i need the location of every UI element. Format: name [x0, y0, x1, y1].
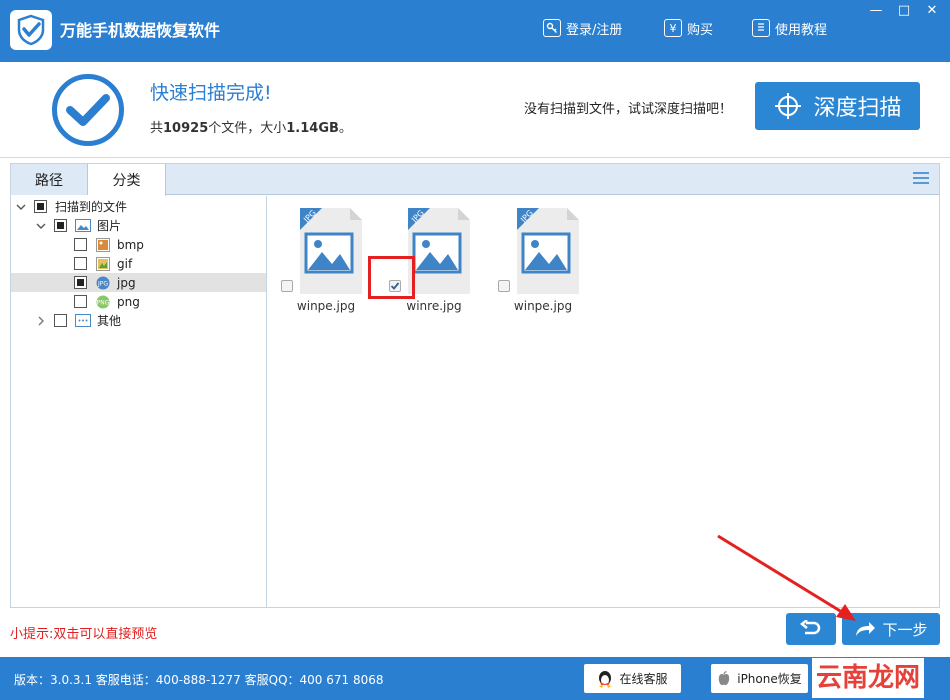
checkbox[interactable] — [74, 295, 87, 308]
back-button[interactable] — [786, 613, 836, 645]
tutorial-label: 使用教程 — [775, 22, 828, 38]
tree-item-label: bmp — [117, 237, 144, 252]
tree-item-label: 其他 — [97, 314, 122, 328]
next-step-button[interactable]: 下一步 — [842, 613, 940, 645]
tree-item-label: gif — [117, 256, 133, 271]
checkbox[interactable] — [74, 276, 87, 289]
key-icon — [543, 19, 561, 37]
online-service-label: 在线客服 — [619, 672, 668, 686]
scan-result-header: 快速扫描完成! 共10925个文件，大小1.14GB。 没有扫描到文件，试试深度… — [0, 62, 950, 158]
scan-status-title: 快速扫描完成! — [150, 82, 272, 104]
file-checkbox[interactable] — [498, 280, 510, 292]
next-step-label: 下一步 — [882, 620, 928, 639]
minimize-button[interactable]: — — [863, 0, 889, 20]
shield-check-icon — [17, 14, 45, 46]
scan-summary: 共10925个文件，大小1.14GB。 — [150, 121, 352, 136]
buy-label: 购买 — [687, 22, 714, 38]
file-name: winre.jpg — [406, 299, 462, 313]
tree-item-gif[interactable]: gif — [11, 254, 266, 273]
deep-scan-button[interactable]: 深度扫描 — [755, 82, 920, 130]
book-icon — [752, 19, 770, 37]
picture-icon — [75, 219, 91, 233]
login-register-link[interactable]: 登录/注册 — [543, 17, 622, 39]
total-size: 1.14GB — [286, 121, 339, 136]
tree-item-label: 扫描到的文件 — [55, 200, 128, 214]
crosshair-icon — [775, 93, 802, 119]
file-name: winpe.jpg — [513, 299, 573, 313]
tree-item-label: png — [117, 294, 140, 309]
watermark-logo: 云南龙网 — [812, 658, 925, 698]
checkbox[interactable] — [54, 314, 67, 327]
tree-item-png[interactable]: PNG png — [11, 292, 266, 311]
annotation-highlight-box — [368, 256, 415, 299]
tab-bar: 路径 分类 — [11, 164, 939, 196]
login-register-label: 登录/注册 — [566, 22, 623, 38]
qq-penguin-icon — [599, 670, 612, 688]
file-browser-panel: 路径 分类 扫描到的文件 图片 bmp gif JPG jpg PNG png … — [10, 163, 940, 608]
undo-arrow-icon — [800, 620, 821, 635]
footer-bar: 版本：3.0.3.1 客服电话：400-888-1277 客服QQ：400 67… — [0, 657, 950, 700]
file-name: winpe.jpg — [296, 299, 356, 313]
tree-item-images[interactable]: 图片 — [11, 216, 266, 235]
tree-item-scanned-files[interactable]: 扫描到的文件 — [11, 197, 266, 216]
forward-arrow-icon — [856, 622, 876, 636]
app-logo — [10, 10, 52, 50]
tab-path[interactable]: 路径 — [11, 164, 88, 195]
more-files-icon — [75, 314, 91, 328]
tree-item-other[interactable]: 其他 — [11, 311, 266, 330]
file-item[interactable]: JPG winpe.jpg — [493, 206, 593, 316]
file-count: 10925 — [163, 121, 209, 136]
iphone-recovery-label: iPhone恢复 — [737, 672, 802, 686]
version-contact-info: 版本：3.0.3.1 客服电话：400-888-1277 客服QQ：400 67… — [14, 673, 384, 687]
checkbox[interactable] — [34, 200, 47, 213]
app-title: 万能手机数据恢复软件 — [60, 21, 221, 40]
file-checkbox[interactable] — [281, 280, 293, 292]
png-file-icon: PNG — [95, 295, 111, 309]
deep-scan-hint: 没有扫描到文件，试试深度扫描吧！ — [524, 102, 733, 117]
deep-scan-label: 深度扫描 — [813, 96, 902, 121]
tree-item-bmp[interactable]: bmp — [11, 235, 266, 254]
gif-file-icon — [95, 256, 111, 271]
tree-item-label: 图片 — [97, 219, 122, 233]
maximize-button[interactable]: □ — [891, 0, 917, 20]
tree-item-jpg[interactable]: JPG jpg — [11, 273, 266, 292]
buy-link[interactable]: ¥ 购买 — [664, 17, 713, 39]
tab-category[interactable]: 分类 — [88, 164, 166, 196]
tree-item-label: jpg — [117, 275, 136, 290]
online-service-button[interactable]: 在线客服 — [584, 664, 681, 693]
tutorial-link[interactable]: 使用教程 — [752, 17, 827, 39]
svg-text:PNG: PNG — [97, 299, 110, 306]
jpg-thumbnail-icon: JPG — [517, 208, 579, 294]
tip-text: 小提示:双击可以直接预览 — [10, 627, 158, 642]
list-menu-icon[interactable] — [913, 172, 929, 186]
iphone-recovery-button[interactable]: iPhone恢复 — [711, 664, 808, 693]
bmp-file-icon — [95, 237, 111, 252]
apple-icon — [719, 670, 730, 685]
checkbox[interactable] — [54, 219, 67, 232]
file-item[interactable]: JPG winpe.jpg — [276, 206, 376, 316]
title-bar: 万能手机数据恢复软件 登录/注册 ¥ 购买 使用教程 — □ ✕ — [0, 0, 950, 62]
checkbox[interactable] — [74, 238, 87, 251]
chevron-right-icon[interactable] — [36, 316, 46, 326]
jpg-thumbnail-icon: JPG — [300, 208, 362, 294]
checkbox[interactable] — [74, 257, 87, 270]
svg-text:JPG: JPG — [97, 280, 108, 287]
chevron-down-icon[interactable] — [16, 202, 26, 212]
scan-complete-icon — [52, 74, 124, 146]
chevron-down-icon[interactable] — [36, 221, 46, 231]
jpg-file-icon: JPG — [95, 276, 111, 290]
category-tree: 扫描到的文件 图片 bmp gif JPG jpg PNG png 其他 — [11, 196, 267, 607]
yen-icon: ¥ — [664, 19, 682, 37]
close-button[interactable]: ✕ — [919, 0, 945, 20]
